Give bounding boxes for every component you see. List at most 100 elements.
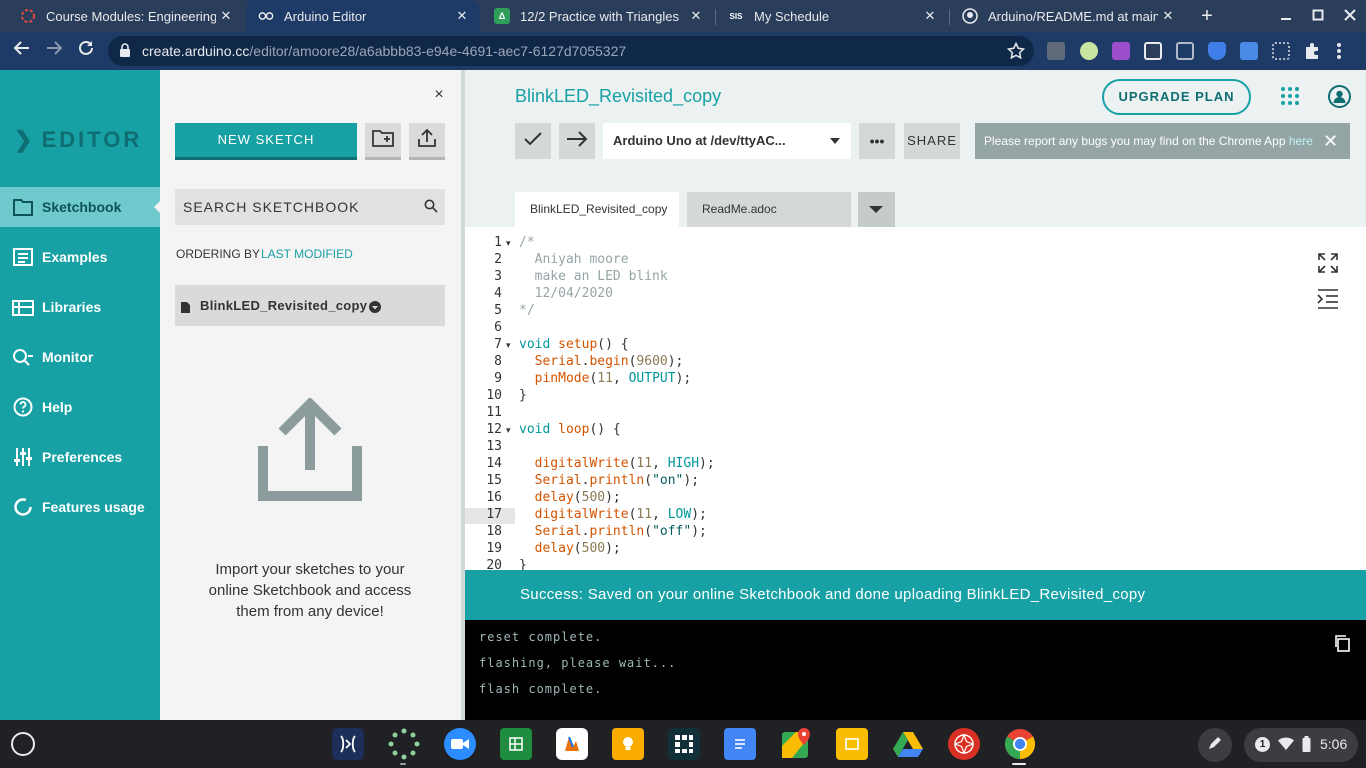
sketch-title[interactable]: BlinkLED_Revisited_copy: [515, 86, 721, 107]
apps-grid-icon[interactable]: [1280, 86, 1300, 111]
restore-window-icon[interactable]: [1308, 6, 1328, 26]
browser-tab-github-readme[interactable]: Arduino/README.md at main ✕: [950, 0, 1186, 32]
battery-icon: [1302, 736, 1311, 757]
search-icon[interactable]: [424, 199, 438, 218]
copy-console-icon[interactable]: [1333, 634, 1351, 657]
tab-title: Arduino/README.md at main: [988, 8, 1158, 24]
back-arrow-icon[interactable]: [10, 39, 34, 63]
usage-ring-icon: [12, 497, 34, 517]
code-line: 12/04/2020: [519, 286, 613, 301]
browser-tab-arduino-editor[interactable]: Arduino Editor ✕: [246, 0, 480, 32]
board-selector[interactable]: Arduino Uno at /dev/ttyAC...: [603, 123, 851, 159]
help-icon: [12, 397, 34, 417]
app-sheets-icon[interactable]: [500, 728, 532, 760]
import-sketch-button[interactable]: [409, 123, 445, 160]
chevron-down-icon[interactable]: [830, 138, 840, 144]
sidebar-item-libraries[interactable]: Libraries: [0, 287, 160, 327]
code-line: digitalWrite(11, HIGH);: [534, 456, 715, 471]
close-notice-icon[interactable]: ✕: [1323, 131, 1338, 151]
code-line: */: [519, 303, 535, 318]
tab-close-icon[interactable]: ✕: [920, 8, 940, 24]
extension-rw-icon[interactable]: [1112, 42, 1130, 60]
extension-circle-icon[interactable]: [1080, 42, 1098, 60]
user-avatar-icon[interactable]: [1328, 85, 1351, 108]
line-number: 12: [486, 422, 502, 437]
extension-grid-icon[interactable]: [1272, 42, 1290, 60]
tab-close-icon[interactable]: ✕: [1158, 8, 1178, 24]
app-codeorg-icon[interactable]: [668, 728, 700, 760]
extension-shield-icon[interactable]: [1208, 42, 1226, 60]
app-mosyle-icon[interactable]: [332, 728, 364, 760]
new-tab-button[interactable]: +: [1196, 4, 1218, 28]
file-tab-readme[interactable]: ReadMe.adoc: [687, 192, 851, 227]
fold-marker-icon[interactable]: ▾: [506, 238, 511, 249]
upload-button[interactable]: [559, 123, 595, 159]
app-dots-ring-icon[interactable]: [388, 728, 420, 760]
sketch-name[interactable]: BlinkLED_Revisited_copy: [200, 298, 367, 313]
close-panel-icon[interactable]: ×: [430, 86, 448, 106]
app-drive-icon[interactable]: [892, 728, 924, 760]
code-line: pinMode(11, OUTPUT);: [534, 371, 692, 386]
line-number: 17: [486, 507, 502, 522]
fold-marker-icon[interactable]: ▾: [506, 425, 511, 436]
fullscreen-expand-icon[interactable]: [1317, 252, 1339, 279]
verify-button[interactable]: [515, 123, 551, 159]
launcher-icon[interactable]: [11, 732, 35, 756]
new-sketch-button[interactable]: NEW SKETCH: [175, 123, 357, 160]
tab-title: My Schedule: [754, 8, 830, 24]
sidebar-item-sketchbook[interactable]: Sketchbook: [0, 187, 160, 227]
browser-tab-my-schedule[interactable]: SIS My Schedule ✕: [716, 0, 948, 32]
close-window-icon[interactable]: [1340, 6, 1360, 26]
app-zoom-icon[interactable]: [444, 728, 476, 760]
sidebar-item-features-usage[interactable]: Features usage: [0, 487, 160, 527]
editor-logo: ❯ EDITOR: [14, 127, 142, 153]
minimize-window-icon[interactable]: [1276, 6, 1296, 26]
tab-close-icon[interactable]: ✕: [686, 8, 706, 24]
browser-tab-practice-triangles[interactable]: Δ 12/2 Practice with Triangles ✕: [482, 0, 714, 32]
reload-icon[interactable]: [74, 39, 98, 63]
sidebar-item-help[interactable]: Help: [0, 387, 160, 427]
forward-arrow-icon[interactable]: [42, 39, 66, 63]
sidebar-item-monitor[interactable]: Monitor: [0, 337, 160, 377]
extension-cast-icon[interactable]: [1176, 42, 1194, 60]
extension-window-icon[interactable]: [1240, 42, 1258, 60]
extension-docs-icon[interactable]: [1047, 42, 1065, 60]
console-line: flash complete.: [479, 682, 603, 696]
bug-report-link[interactable]: here: [1289, 134, 1313, 148]
tab-close-icon[interactable]: ✕: [452, 8, 472, 24]
app-chrome-icon[interactable]: [1004, 728, 1036, 760]
line-number: 4: [494, 286, 502, 301]
search-sketchbook-input[interactable]: SEARCH SKETCHBOOK: [175, 189, 445, 225]
tab-close-icon[interactable]: ✕: [216, 8, 236, 24]
share-button[interactable]: SHARE: [904, 123, 960, 159]
app-illuminate-icon[interactable]: [556, 728, 588, 760]
app-keep-icon[interactable]: [612, 728, 644, 760]
sketchbook-panel: [160, 70, 461, 720]
extensions-puzzle-icon[interactable]: [1303, 42, 1321, 65]
more-actions-button[interactable]: •••: [859, 123, 895, 159]
new-folder-button[interactable]: [365, 123, 401, 160]
lock-icon[interactable]: [119, 43, 131, 62]
bookmark-star-icon[interactable]: [1006, 41, 1026, 65]
sketch-options-icon[interactable]: [369, 300, 381, 318]
sidebar-item-preferences[interactable]: Preferences: [0, 437, 160, 477]
app-clever-icon[interactable]: [948, 728, 980, 760]
app-docs-icon[interactable]: [724, 728, 756, 760]
checkmark-icon: [523, 131, 543, 152]
extension-qr-icon[interactable]: [1144, 42, 1162, 60]
browser-tab-course-modules[interactable]: Course Modules: Engineering 2 ✕: [8, 0, 244, 32]
upgrade-plan-button[interactable]: UPGRADE PLAN: [1102, 79, 1251, 115]
file-icon: [181, 300, 190, 318]
sidebar-item-examples[interactable]: Examples: [0, 237, 160, 277]
app-maps-icon[interactable]: [780, 728, 812, 760]
fold-marker-icon[interactable]: ▾: [506, 340, 511, 351]
ordering-dropdown[interactable]: LAST MODIFIED: [261, 247, 353, 261]
code-line: digitalWrite(11, LOW);: [534, 507, 707, 522]
chrome-menu-icon[interactable]: [1336, 42, 1342, 65]
sidebar-item-label: Libraries: [42, 299, 102, 315]
stylus-tools-button[interactable]: [1198, 728, 1232, 762]
app-slides-icon[interactable]: [836, 728, 868, 760]
notification-count-badge[interactable]: 1: [1255, 737, 1270, 752]
indent-format-icon[interactable]: [1317, 288, 1339, 315]
file-tab-sketch[interactable]: BlinkLED_Revisited_copy: [515, 192, 679, 227]
